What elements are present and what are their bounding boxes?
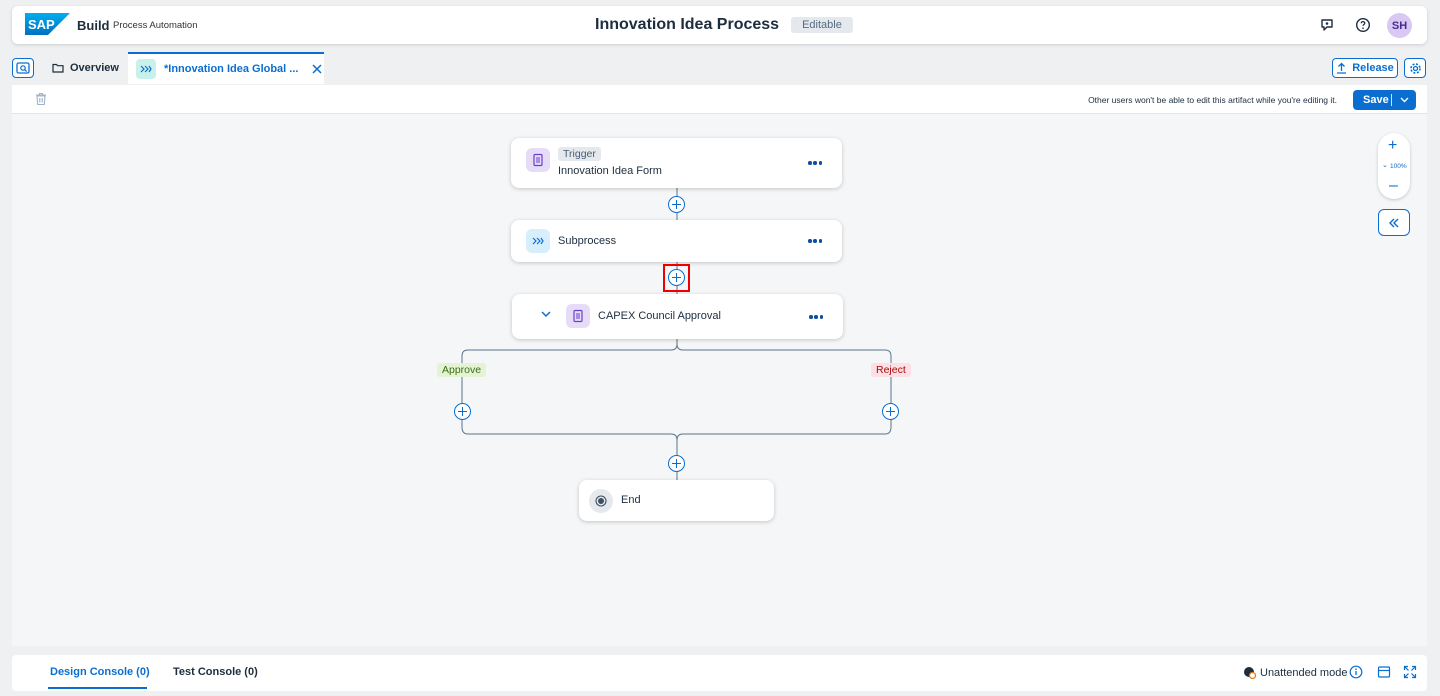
subprocess-label: Subprocess bbox=[558, 235, 617, 247]
expand-icon[interactable] bbox=[1403, 665, 1417, 679]
folder-icon bbox=[52, 63, 64, 73]
unattended-mode-label: Unattended mode bbox=[1260, 666, 1348, 679]
title-area: Innovation Idea Process Editable bbox=[595, 16, 853, 34]
approval-label: CAPEX Council Approval bbox=[598, 310, 721, 322]
zoom-dropdown-icon[interactable]: ⌄ bbox=[1382, 161, 1388, 169]
upload-icon bbox=[1337, 62, 1347, 74]
subprocess-icon bbox=[136, 59, 156, 79]
collapse-panel-button[interactable] bbox=[1378, 209, 1410, 236]
bot-icon bbox=[1244, 667, 1256, 679]
gear-icon bbox=[1409, 62, 1421, 74]
shell-bar: SAP Build Process Automation Innovation … bbox=[12, 6, 1427, 44]
tab-overview[interactable]: Overview bbox=[42, 52, 129, 84]
end-label: End bbox=[621, 494, 641, 506]
console-bar: Design Console (0) Test Console (0) Unat… bbox=[12, 655, 1427, 691]
branch-reject-tag: Reject bbox=[871, 363, 911, 377]
release-label: Release bbox=[1352, 62, 1394, 74]
tab-overview-label: Overview bbox=[70, 62, 119, 74]
status-badge: Editable bbox=[791, 17, 853, 33]
zoom-level[interactable]: 100% bbox=[1390, 163, 1407, 170]
add-step-button[interactable] bbox=[882, 403, 899, 420]
collapse-chevron-icon[interactable] bbox=[541, 311, 551, 318]
explorer-button[interactable] bbox=[12, 58, 34, 78]
app-subtitle: Process Automation bbox=[113, 20, 198, 31]
more-options-icon[interactable] bbox=[808, 161, 822, 165]
add-step-button[interactable] bbox=[454, 403, 471, 420]
form-icon bbox=[566, 304, 590, 328]
trigger-form-name: Innovation Idea Form bbox=[558, 165, 662, 177]
tab-design-console[interactable]: Design Console (0) bbox=[50, 666, 150, 678]
double-chevron-left-icon bbox=[1389, 218, 1399, 227]
zoom-in-button[interactable]: + bbox=[1388, 137, 1397, 155]
flow-connectors bbox=[461, 188, 892, 480]
save-label: Save bbox=[1363, 94, 1389, 106]
zoom-control: + ⌄ 100% – bbox=[1378, 133, 1410, 199]
process-canvas[interactable]: Trigger Innovation Idea Form Subprocess … bbox=[12, 114, 1427, 646]
trigger-chip: Trigger bbox=[558, 147, 601, 161]
close-tab-icon[interactable] bbox=[312, 64, 322, 74]
editor-toolbar: Other users won't be able to edit this a… bbox=[12, 85, 1427, 114]
settings-button[interactable] bbox=[1404, 58, 1426, 78]
save-button[interactable]: Save bbox=[1353, 90, 1416, 110]
sap-logo[interactable]: SAP bbox=[25, 13, 70, 35]
zoom-out-button[interactable]: – bbox=[1389, 177, 1398, 195]
approval-node[interactable]: CAPEX Council Approval bbox=[512, 294, 843, 339]
add-step-button[interactable] bbox=[668, 455, 685, 472]
subprocess-icon bbox=[526, 229, 550, 253]
more-options-icon[interactable] bbox=[808, 239, 822, 243]
search-explorer-icon bbox=[16, 62, 30, 74]
add-step-button[interactable] bbox=[668, 196, 685, 213]
active-tab-indicator bbox=[48, 687, 147, 689]
tab-test-console[interactable]: Test Console (0) bbox=[173, 666, 258, 678]
save-divider bbox=[1391, 94, 1392, 106]
avatar[interactable]: SH bbox=[1387, 13, 1412, 38]
tab-innovation-idea-global[interactable]: *Innovation Idea Global ... bbox=[128, 52, 324, 84]
tab-bar: Overview *Innovation Idea Global ... Rel… bbox=[12, 52, 1427, 84]
help-icon[interactable] bbox=[1354, 16, 1372, 34]
app-name: Build bbox=[77, 18, 110, 33]
trigger-node[interactable]: Trigger Innovation Idea Form bbox=[511, 138, 842, 188]
tab-active-label: *Innovation Idea Global ... bbox=[164, 63, 299, 75]
branch-approve-tag: Approve bbox=[437, 363, 487, 377]
form-icon bbox=[526, 148, 550, 172]
page-title: Innovation Idea Process bbox=[595, 16, 780, 33]
info-icon[interactable] bbox=[1349, 665, 1363, 679]
end-node[interactable]: End bbox=[579, 480, 774, 521]
release-button[interactable]: Release bbox=[1332, 58, 1398, 78]
svg-text:SAP: SAP bbox=[28, 17, 55, 32]
feedback-icon[interactable] bbox=[1318, 16, 1336, 34]
unattended-mode: Unattended mode bbox=[1243, 666, 1347, 679]
dock-panel-icon[interactable] bbox=[1377, 665, 1391, 679]
more-options-icon[interactable] bbox=[809, 315, 823, 319]
selection-highlight bbox=[663, 264, 690, 292]
subprocess-node[interactable]: Subprocess bbox=[511, 220, 842, 262]
stop-icon bbox=[589, 489, 613, 513]
save-options-chevron-icon[interactable] bbox=[1392, 97, 1416, 103]
edit-lock-notice: Other users won't be able to edit this a… bbox=[1088, 95, 1337, 105]
delete-icon[interactable] bbox=[34, 92, 48, 106]
